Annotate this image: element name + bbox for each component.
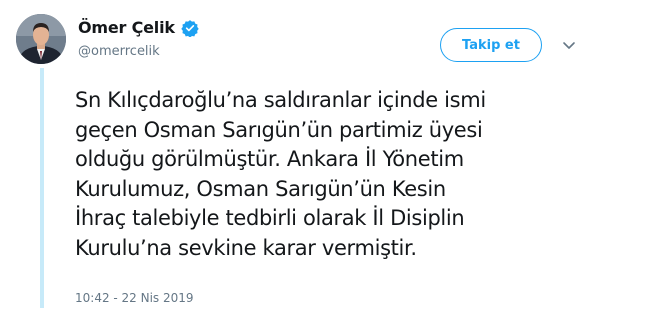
tweet-text: Sn Kılıçdaroğlu’na saldıranlar içinde is… xyxy=(75,86,635,263)
user-handle[interactable]: @omerrcelik xyxy=(78,44,160,59)
tweet-text-line: Kurulu’na sevkine karar vermiştir. xyxy=(75,235,417,260)
tweet-text-line: Sn Kılıçdaroğlu’na saldıranlar içinde is… xyxy=(75,88,486,112)
profile-photo-avatar xyxy=(16,14,66,64)
verified-badge-icon xyxy=(181,19,199,38)
tweet-text-line: olduğu görülmüştür. Ankara İl Yönetim xyxy=(75,147,464,171)
user-name-row: Ömer Çelik xyxy=(78,18,199,38)
chevron-down-icon[interactable] xyxy=(560,38,578,52)
thread-line xyxy=(40,68,44,308)
tweet-text-line: geçen Osman Sarıgün’ün partimiz üyesi xyxy=(75,117,483,142)
tweet-card: Ömer Çelik @omerrcelik Takip et Sn Kılıç… xyxy=(0,0,670,310)
display-name[interactable]: Ömer Çelik xyxy=(78,18,175,37)
tweet-text-line: Kurulumuz, Osman Sarıgün’ün Kesin xyxy=(75,176,446,201)
avatar[interactable] xyxy=(16,14,66,64)
tweet-text-line: İhraç talebiyle tedbirli olarak İl Disip… xyxy=(75,206,465,230)
tweet-timestamp[interactable]: 10:42 - 22 Nis 2019 xyxy=(75,291,194,305)
follow-button[interactable]: Takip et xyxy=(440,28,542,62)
